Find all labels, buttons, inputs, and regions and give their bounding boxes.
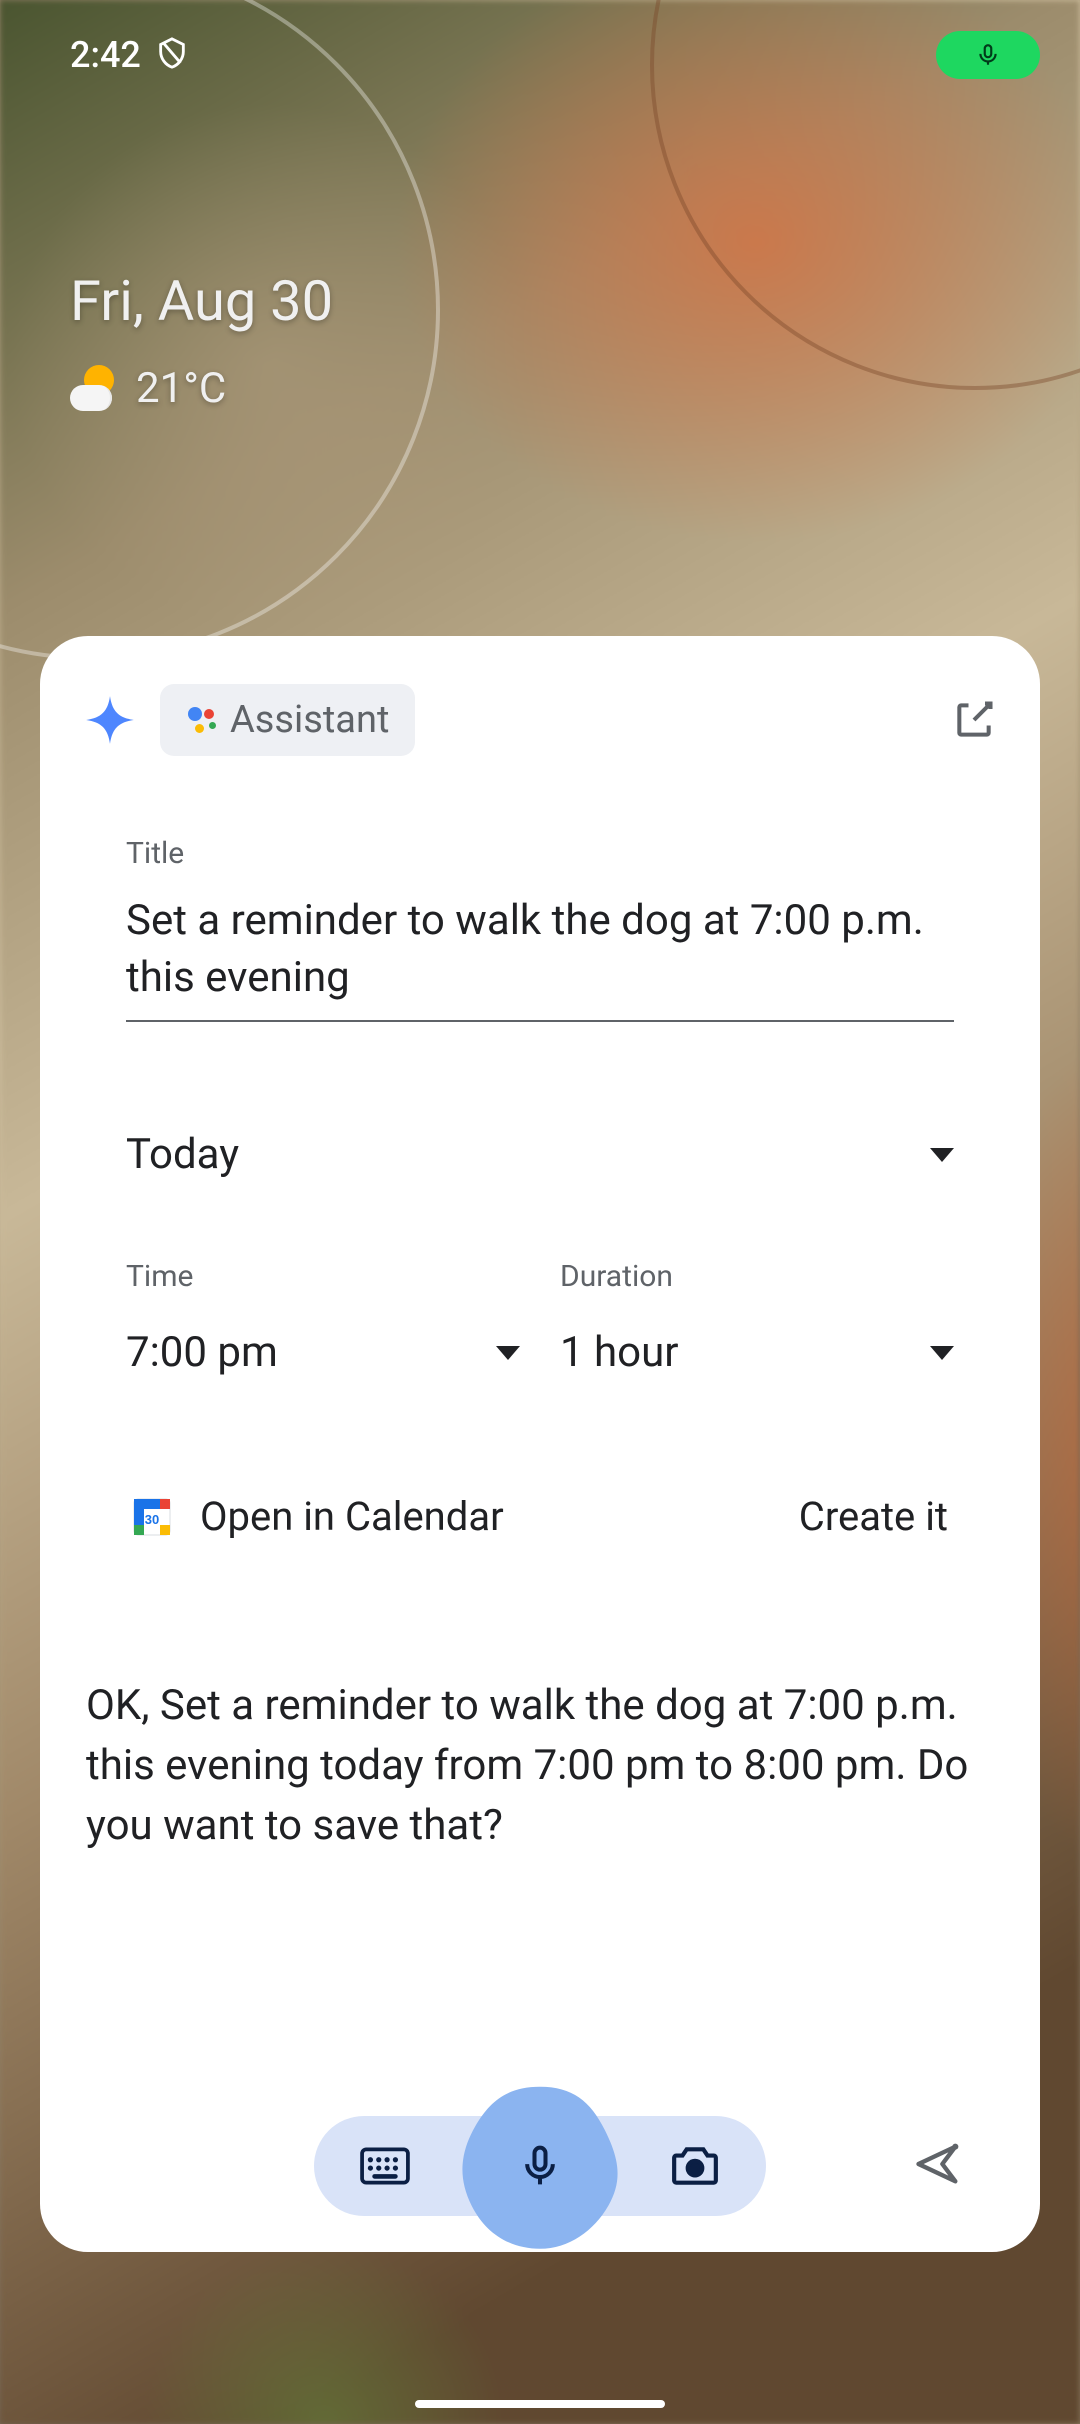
- home-date-weather-widget[interactable]: Fri, Aug 30 21°C: [70, 268, 333, 413]
- assistant-card-header: Assistant: [84, 684, 996, 756]
- google-assistant-icon: [186, 705, 216, 735]
- time-value: 7:00 pm: [126, 1328, 278, 1377]
- lens-camera-button[interactable]: [670, 2141, 720, 2191]
- chevron-down-icon: [496, 1346, 520, 1360]
- privacy-shield-icon: [155, 36, 189, 74]
- google-calendar-icon: 30: [132, 1497, 172, 1537]
- date-value: Today: [126, 1130, 239, 1179]
- svg-text:30: 30: [145, 1512, 159, 1527]
- mic-active-indicator[interactable]: [936, 31, 1040, 79]
- assistant-card: Assistant Title Today Time 7:00 pm Durat: [40, 636, 1040, 2252]
- event-form: Title Today Time 7:00 pm Duration 1 hour: [84, 756, 996, 1540]
- duration-label: Duration: [560, 1259, 954, 1294]
- gemini-spark-icon: [84, 694, 136, 746]
- mic-button[interactable]: [450, 2076, 630, 2256]
- action-row: 30 Open in Calendar Create it: [126, 1493, 954, 1540]
- keyboard-button[interactable]: [360, 2141, 410, 2191]
- status-left: 2:42: [70, 34, 189, 76]
- chevron-down-icon: [930, 1148, 954, 1162]
- open-external-icon[interactable]: [952, 698, 996, 742]
- duration-value: 1 hour: [560, 1328, 679, 1377]
- title-label: Title: [126, 836, 954, 871]
- open-in-calendar-button[interactable]: 30 Open in Calendar: [132, 1493, 504, 1540]
- status-time: 2:42: [70, 34, 141, 76]
- input-pill-group: [314, 2116, 766, 2216]
- assistant-source-chip[interactable]: Assistant: [160, 684, 415, 756]
- assistant-input-bar: [40, 2116, 1040, 2216]
- create-it-button[interactable]: Create it: [799, 1493, 948, 1540]
- time-label: Time: [126, 1259, 520, 1294]
- chevron-down-icon: [930, 1346, 954, 1360]
- title-input[interactable]: [126, 871, 954, 1022]
- assistant-chip-label: Assistant: [230, 698, 389, 742]
- nav-home-handle[interactable]: [415, 2400, 665, 2408]
- mic-icon: [518, 2144, 562, 2188]
- assistant-response-text: OK, Set a reminder to walk the dog at 7:…: [84, 1676, 996, 1855]
- open-in-calendar-label: Open in Calendar: [200, 1493, 504, 1540]
- home-date: Fri, Aug 30: [70, 268, 333, 334]
- weather-temperature: 21°C: [136, 364, 226, 413]
- date-selector[interactable]: Today: [126, 1130, 954, 1179]
- weather-row: 21°C: [70, 364, 333, 413]
- status-bar: 2:42: [0, 0, 1080, 110]
- time-selector[interactable]: 7:00 pm: [126, 1328, 520, 1377]
- partly-cloudy-icon: [70, 365, 118, 413]
- time-duration-row: Time 7:00 pm Duration 1 hour: [126, 1259, 954, 1377]
- duration-selector[interactable]: 1 hour: [560, 1328, 954, 1377]
- send-button[interactable]: [912, 2138, 964, 2190]
